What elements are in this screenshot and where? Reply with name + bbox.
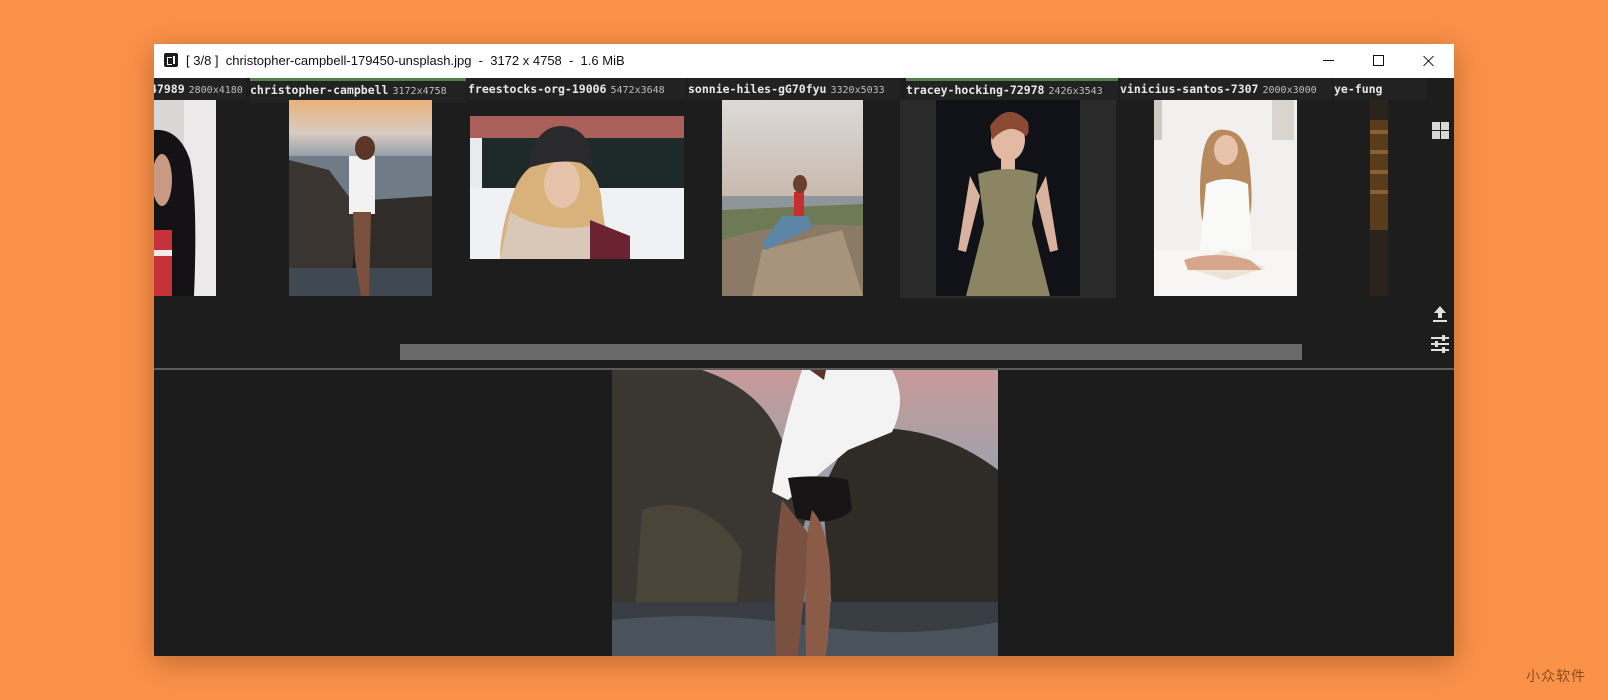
thumbnail-image[interactable] [154,100,216,296]
thumbnail-label[interactable]: ye-fung [1334,78,1426,100]
thumbnail-filename: tracey-hocking-72978 [906,83,1045,97]
watermark-text: 小众软件 [1526,669,1586,685]
main-photo [612,370,998,656]
app-logo-icon [164,53,178,67]
thumbnail-filename: sonnie-hiles-gG70fyu [688,82,827,96]
thumbnail-dimensions: 3172x4758 [392,86,447,97]
thumbnail-label[interactable]: freestocks-org-19006 5472x3648 [468,78,686,100]
thumbnail-filename: christopher-campbell [250,83,389,97]
thumbnail-image-selected[interactable] [900,100,1116,298]
thumbnail-scrollbar[interactable] [400,344,1302,360]
thumbnail-filename: 47989 [154,82,185,96]
minimize-button[interactable] [1304,44,1354,78]
thumbnail-image[interactable] [1370,100,1388,296]
grid-view-icon[interactable] [1426,116,1454,144]
thumbnail-strip: 479892800x4180 christopher-campbell3172x… [154,78,1454,370]
close-button[interactable] [1404,44,1454,78]
thumbnail-filename: vinicius-santos-7307 [1120,82,1259,96]
viewer-window: [ 3/8 ] christopher-campbell-179450-unsp… [154,44,1454,656]
thumbnail-filename: ye-fung [1334,82,1383,96]
title-bar[interactable]: [ 3/8 ] christopher-campbell-179450-unsp… [154,44,1454,78]
thumbnail-label[interactable]: vinicius-santos-7307 2000x3000 [1120,78,1332,100]
thumbnail-label[interactable]: 479892800x4180 [154,78,246,100]
thumbnail-dimensions: 2000x3000 [1262,85,1317,96]
maximize-button[interactable] [1354,44,1404,78]
thumbnail-image[interactable] [289,100,432,296]
thumbnail-dimensions: 2426x3543 [1048,86,1103,97]
window-title: [ 3/8 ] christopher-campbell-179450-unsp… [186,53,625,68]
thumbnail-image[interactable] [722,100,863,296]
thumbnail-dimensions: 3320x5033 [830,85,885,96]
thumbnail-dimensions: 2800x4180 [188,85,243,96]
sliders-icon[interactable] [1426,330,1454,358]
thumbnail-image[interactable] [1154,100,1297,296]
image-viewer[interactable] [154,370,1454,656]
thumbnail-dimensions: 5472x3648 [610,85,665,96]
thumbnail-label[interactable]: sonnie-hiles-gG70fyu 3320x5033 [688,78,900,100]
upload-icon[interactable] [1426,300,1454,328]
thumbnail-filename: freestocks-org-19006 [468,82,607,96]
thumbnail-image[interactable] [470,116,684,259]
